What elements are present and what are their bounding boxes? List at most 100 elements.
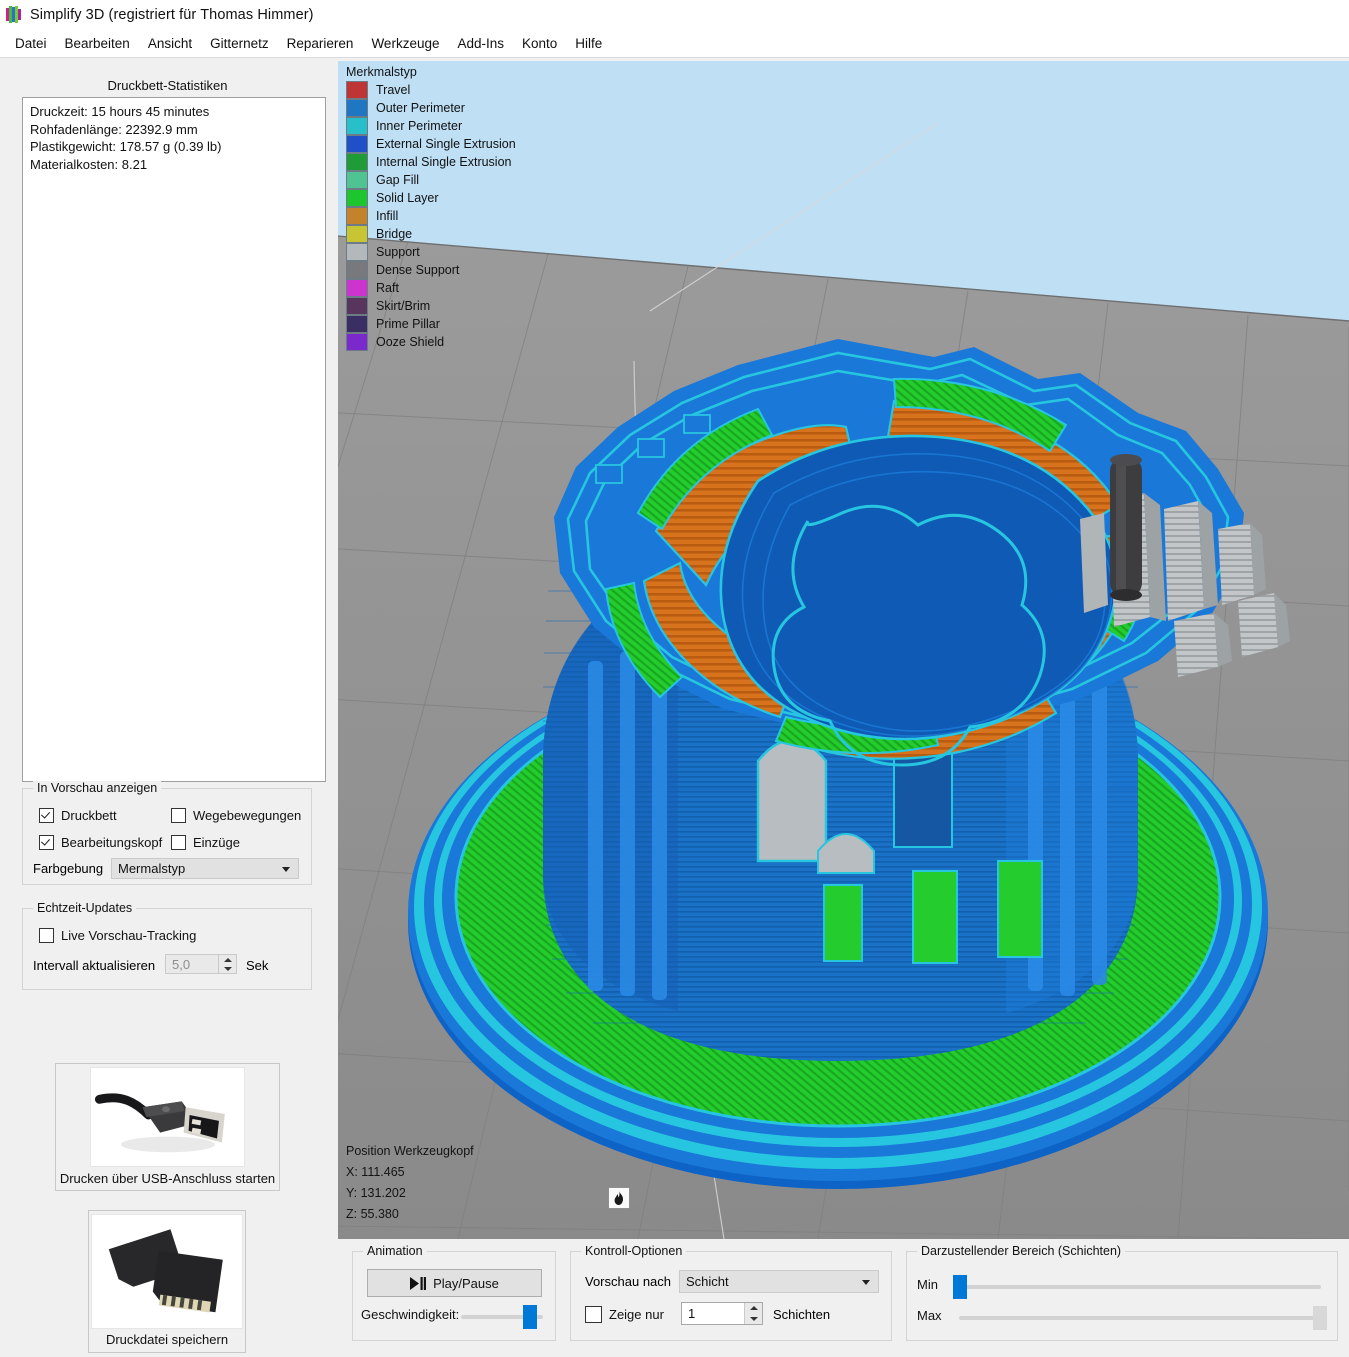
print-statistics-title: Druckbett-Statistiken — [107, 78, 228, 93]
checkbox-show-only[interactable]: Zeige nur — [585, 1306, 664, 1323]
legend-item-skirt-brim: Skirt/Brim — [346, 297, 516, 315]
legend-item-ooze-shield: Ooze Shield — [346, 333, 516, 351]
toolhead-y-value: 131.202 — [360, 1186, 406, 1200]
range-max-slider-track[interactable] — [959, 1316, 1321, 1320]
legend-label-external-single-extrusion: External Single Extrusion — [376, 137, 516, 151]
stepper-up-icon[interactable] — [219, 955, 236, 964]
checkbox-druckbett-box[interactable] — [39, 808, 54, 823]
range-max-slider-thumb[interactable] — [1313, 1306, 1327, 1330]
menu-bar: Datei Bearbeiten Ansicht Gitternetz Repa… — [0, 29, 1349, 58]
toolhead-x-row: X: 111.465 — [346, 1162, 474, 1183]
checkbox-einzuege-box[interactable] — [171, 835, 186, 850]
legend-swatch-bridge — [346, 225, 368, 243]
usb-cable-icon — [91, 1068, 244, 1166]
window-title: Simplify 3D (registriert für Thomas Himm… — [30, 6, 314, 23]
toolhead-z-value: 55.380 — [360, 1207, 399, 1221]
save-print-file-button[interactable]: Druckdatei speichern — [88, 1210, 246, 1353]
preview-by-label: Vorschau nach — [585, 1274, 672, 1289]
legend-item-raft: Raft — [346, 279, 516, 297]
speed-slider-thumb[interactable] — [523, 1305, 537, 1329]
stat-material-cost: Materialkosten: 8.21 — [30, 156, 148, 172]
stepper-down-icon[interactable] — [219, 964, 236, 973]
checkbox-live-preview-tracking-box[interactable] — [39, 928, 54, 943]
range-min-slider-thumb[interactable] — [953, 1275, 967, 1299]
toolhead-z-label: Z: — [346, 1207, 358, 1221]
legend-swatch-skirt-brim — [346, 297, 368, 315]
colorization-dropdown[interactable]: Mermalstyp — [111, 858, 299, 879]
layers-count-value: 1 — [688, 1306, 696, 1321]
animation-group: Animation Play/Pause Geschwindigkeit: — [352, 1244, 556, 1341]
legend-swatch-infill — [346, 207, 368, 225]
update-interval-stepper[interactable] — [218, 955, 236, 973]
legend-swatch-outer-perimeter — [346, 99, 368, 117]
legend-swatch-external-single-extrusion — [346, 135, 368, 153]
menu-datei[interactable]: Datei — [6, 33, 56, 54]
checkbox-einzuege[interactable]: Einzüge — [171, 835, 240, 850]
legend-label-gap-fill: Gap Fill — [376, 173, 420, 187]
usb-cable-thumbnail — [90, 1067, 245, 1167]
legend-label-solid-layer: Solid Layer — [376, 191, 439, 205]
control-options-group: Kontroll-Optionen Vorschau nach Schicht … — [570, 1244, 892, 1341]
show-in-preview-group: In Vorschau anzeigen Druckbett Wegebeweg… — [22, 781, 312, 885]
checkbox-wegebewegungen-box[interactable] — [171, 808, 186, 823]
simplify3d-logo-icon — [6, 6, 21, 23]
checkbox-bearbeitungskopf[interactable]: Bearbeitungskopf — [39, 835, 162, 850]
layers-count-stepper[interactable] — [744, 1303, 762, 1324]
range-min-slider-track[interactable] — [959, 1285, 1321, 1289]
toolhead-x-label: X: — [346, 1165, 358, 1179]
menu-werkzeuge[interactable]: Werkzeuge — [362, 33, 448, 54]
print-over-usb-button[interactable]: Drucken über USB-Anschluss starten — [55, 1063, 280, 1191]
checkbox-druckbett[interactable]: Druckbett — [39, 808, 117, 823]
checkbox-live-preview-tracking-label: Live Vorschau-Tracking — [61, 928, 197, 943]
play-pause-label: Play/Pause — [433, 1275, 499, 1291]
menu-reparieren[interactable]: Reparieren — [278, 33, 363, 54]
show-in-preview-title: In Vorschau anzeigen — [33, 781, 162, 795]
toolhead-position-title: Position Werkzeugkopf — [346, 1144, 474, 1158]
legend-swatch-raft — [346, 279, 368, 297]
bottom-control-bar: Animation Play/Pause Geschwindigkeit: Ko… — [338, 1239, 1349, 1357]
stepper-down-icon[interactable] — [745, 1314, 762, 1325]
menu-add-ins[interactable]: Add-Ins — [448, 33, 513, 54]
stat-filament-length: Rohfadenlänge: 22392.9 mm — [30, 121, 198, 137]
update-interval-input[interactable]: 5,0 — [165, 954, 237, 974]
left-panel: Druckbett-Statistiken Druckzeit: 15 hour… — [0, 58, 335, 1357]
checkbox-wegebewegungen-label: Wegebewegungen — [193, 808, 302, 823]
layers-count-input[interactable]: 1 — [681, 1302, 763, 1325]
legend-item-support: Support — [346, 243, 516, 261]
3d-preview-viewport[interactable]: Merkmalstyp Travel Outer Perimeter Inner… — [338, 61, 1349, 1239]
legend-swatch-prime-pillar — [346, 315, 368, 333]
colorization-value: Mermalstyp — [118, 861, 186, 876]
legend-label-ooze-shield: Ooze Shield — [376, 335, 445, 349]
play-pause-icon — [410, 1276, 427, 1290]
checkbox-live-preview-tracking[interactable]: Live Vorschau-Tracking — [39, 928, 196, 943]
legend-swatch-dense-support — [346, 261, 368, 279]
legend-item-prime-pillar: Prime Pillar — [346, 315, 516, 333]
legend-swatch-inner-perimeter — [346, 117, 368, 135]
toolhead-z-row: Z: 55.380 — [346, 1204, 474, 1225]
menu-hilfe[interactable]: Hilfe — [566, 33, 611, 54]
legend-label-skirt-brim: Skirt/Brim — [376, 299, 431, 313]
menu-bearbeiten[interactable]: Bearbeiten — [56, 33, 139, 54]
menu-gitternetz[interactable]: Gitternetz — [201, 33, 278, 54]
checkbox-wegebewegungen[interactable]: Wegebewegungen — [171, 808, 301, 823]
title-bar: Simplify 3D (registriert für Thomas Himm… — [0, 0, 1349, 29]
legend-swatch-gap-fill — [346, 171, 368, 189]
stepper-up-icon[interactable] — [745, 1303, 762, 1314]
legend-item-inner-perimeter: Inner Perimeter — [346, 117, 516, 135]
sd-card-icon — [92, 1215, 242, 1328]
legend-title: Merkmalstyp — [346, 65, 417, 79]
speed-label: Geschwindigkeit: — [361, 1307, 460, 1322]
legend-item-internal-single-extrusion: Internal Single Extrusion — [346, 153, 516, 171]
legend-label-raft: Raft — [376, 281, 399, 295]
menu-konto[interactable]: Konto — [513, 33, 566, 54]
legend-swatch-support — [346, 243, 368, 261]
checkbox-show-only-box[interactable] — [585, 1306, 602, 1323]
checkbox-bearbeitungskopf-box[interactable] — [39, 835, 54, 850]
flame-icon — [608, 1187, 630, 1209]
preview-by-dropdown[interactable]: Schicht — [679, 1270, 879, 1293]
menu-ansicht[interactable]: Ansicht — [139, 33, 201, 54]
save-print-file-label: Druckdatei speichern — [105, 1332, 229, 1347]
legend-label-prime-pillar: Prime Pillar — [376, 317, 440, 331]
legend-item-external-single-extrusion: External Single Extrusion — [346, 135, 516, 153]
play-pause-button[interactable]: Play/Pause — [367, 1269, 542, 1297]
